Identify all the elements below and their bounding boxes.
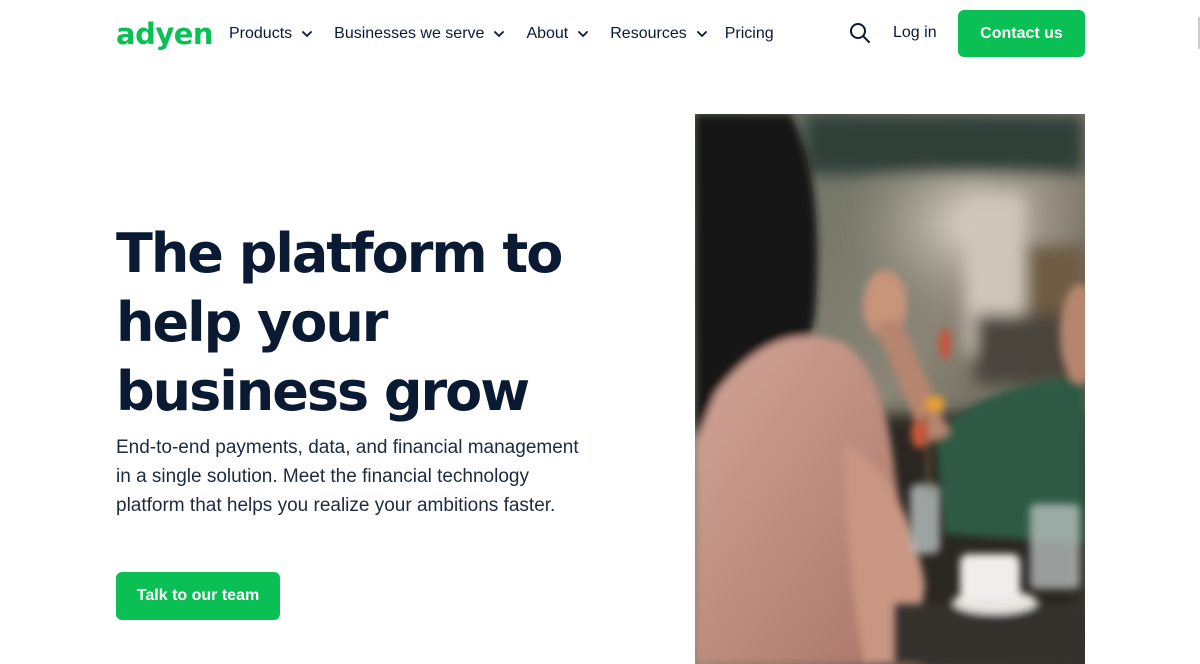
login-link[interactable]: Log in — [893, 24, 937, 42]
nav-businesses-we-serve[interactable]: Businesses we serve — [334, 25, 505, 43]
nav-about[interactable]: About — [526, 25, 589, 43]
hero-description: End-to-end payments, data, and financial… — [116, 437, 579, 516]
nav-resources-label: Resources — [610, 25, 687, 42]
nav-pricing[interactable]: Pricing — [725, 25, 774, 43]
site-header: adyen Products Businesses we serve About… — [0, 0, 1200, 68]
nav-products-label: Products — [229, 25, 293, 42]
nav-products[interactable]: Products — [229, 25, 313, 43]
chevron-down-icon — [578, 31, 589, 37]
contact-us-button[interactable]: Contact us — [958, 10, 1085, 57]
main-nav: Products Businesses we serve About Resou… — [229, 22, 774, 46]
chevron-down-icon — [302, 31, 313, 37]
search-icon[interactable] — [849, 22, 871, 44]
hero-video — [695, 114, 1085, 664]
talk-to-our-team-button[interactable]: Talk to our team — [116, 572, 280, 620]
hero-title: The platform to help your business grow — [116, 222, 563, 423]
nav-businesses-label: Businesses we serve — [334, 25, 485, 42]
hero-video-still — [695, 114, 1085, 664]
nav-pricing-label: Pricing — [724, 25, 774, 42]
chevron-down-icon — [494, 31, 505, 37]
adyen-logo[interactable]: adyen — [116, 19, 214, 49]
chevron-down-icon — [696, 31, 707, 37]
nav-resources[interactable]: Resources — [610, 25, 707, 43]
nav-about-label: About — [526, 25, 569, 42]
